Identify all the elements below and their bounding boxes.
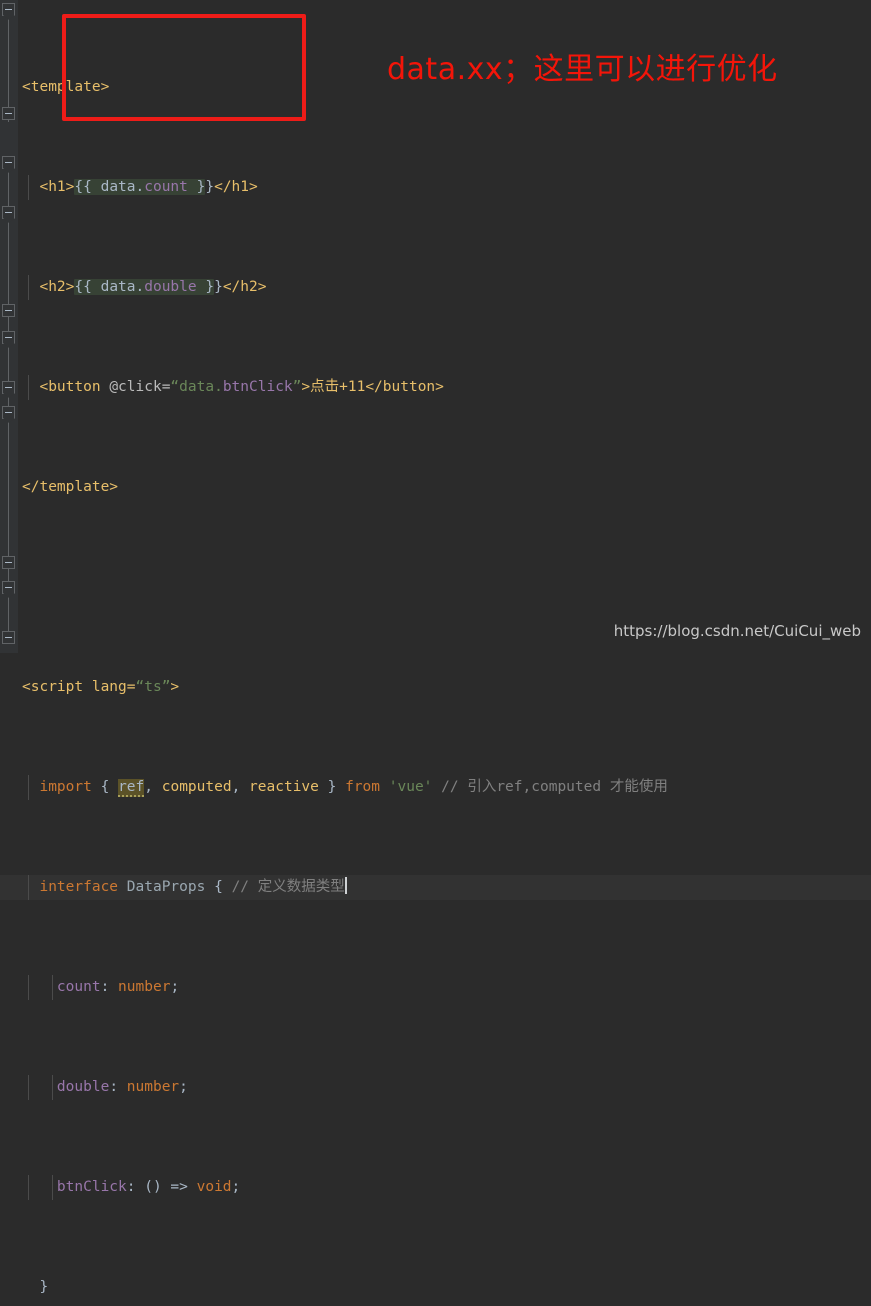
indent-guide — [52, 1075, 53, 1100]
token-interface-name: DataProps — [126, 879, 206, 895]
token-button-close: </button> — [365, 379, 444, 395]
indent-guide — [52, 975, 53, 1000]
indent-guide — [28, 1075, 29, 1100]
code-line[interactable]: double: number; — [0, 1075, 871, 1100]
indent-guide — [28, 875, 29, 900]
code-editor[interactable]: <template> <h1>{{ data.count }}</h1> <h2… — [0, 0, 871, 1295]
code-line[interactable]: <h2>{{ data.double }}</h2> — [0, 275, 871, 300]
token-type-number: number — [126, 1079, 180, 1095]
token-type-number: number — [118, 979, 171, 995]
code-line[interactable]: import { ref, computed, reactive } from … — [0, 775, 871, 800]
token-interface-comment: // 定义数据类型 — [231, 879, 345, 895]
indent-guide — [28, 175, 29, 200]
token-click-value: “data.btnClick” — [170, 379, 302, 395]
token-from-kw: from — [345, 779, 381, 795]
indent-guide — [28, 275, 29, 300]
token-prop-btnclick: btnClick — [56, 1179, 127, 1195]
token-brace-close: } — [39, 1279, 49, 1295]
token-interface-kw: interface — [39, 879, 119, 895]
token-template-open: <template> — [22, 79, 110, 95]
token-click-attr: @click= — [109, 379, 171, 395]
indent-guide — [52, 1175, 53, 1200]
token-import-comment: // 引入ref,computed 才能使用 — [441, 779, 668, 795]
token-mustache-count: {{ data.count } — [74, 179, 206, 195]
token-h1-close: </h1> — [214, 179, 258, 195]
annotation-note-text: data.xx；这里可以进行优化 — [387, 52, 778, 87]
code-content[interactable]: <template> <h1>{{ data.count }}</h1> <h2… — [0, 0, 871, 1295]
code-line-blank[interactable] — [0, 575, 871, 600]
text-caret — [344, 877, 347, 894]
token-prop-count: count — [56, 979, 101, 995]
code-line[interactable]: <script lang=“ts”> — [0, 675, 871, 700]
token-h2-open: <h2> — [39, 279, 75, 295]
code-line[interactable]: <button @click=“data.btnClick”>点击+11</bu… — [0, 375, 871, 400]
code-line[interactable]: <h1>{{ data.count }}</h1> — [0, 175, 871, 200]
token-mustache-double: {{ data.double } — [74, 279, 215, 295]
token-type-void: void — [196, 1179, 232, 1195]
token-unused-import-ref: ref — [118, 779, 145, 797]
token-h2-close: </h2> — [222, 279, 267, 295]
indent-guide — [28, 375, 29, 400]
code-line-current[interactable]: interface DataProps { // 定义数据类型 — [0, 875, 871, 900]
watermark-url: https://blog.csdn.net/CuiCui_web — [613, 622, 861, 640]
code-line[interactable]: btnClick: () => void; — [0, 1175, 871, 1200]
code-line[interactable]: count: number; — [0, 975, 871, 1000]
code-line[interactable]: } — [0, 1275, 871, 1300]
token-module-name: 'vue' — [388, 779, 433, 795]
indent-guide — [28, 975, 29, 1000]
token-h1-open: <h1> — [39, 179, 75, 195]
token-template-close: </template> — [22, 479, 119, 495]
indent-guide — [28, 775, 29, 800]
indent-guide — [28, 1175, 29, 1200]
token-button-text: >点击+1 — [301, 379, 357, 395]
token-button-open: <button — [39, 379, 110, 395]
token-prop-double: double — [56, 1079, 110, 1095]
code-line[interactable]: </template> — [0, 475, 871, 500]
token-import-kw: import — [39, 779, 92, 795]
